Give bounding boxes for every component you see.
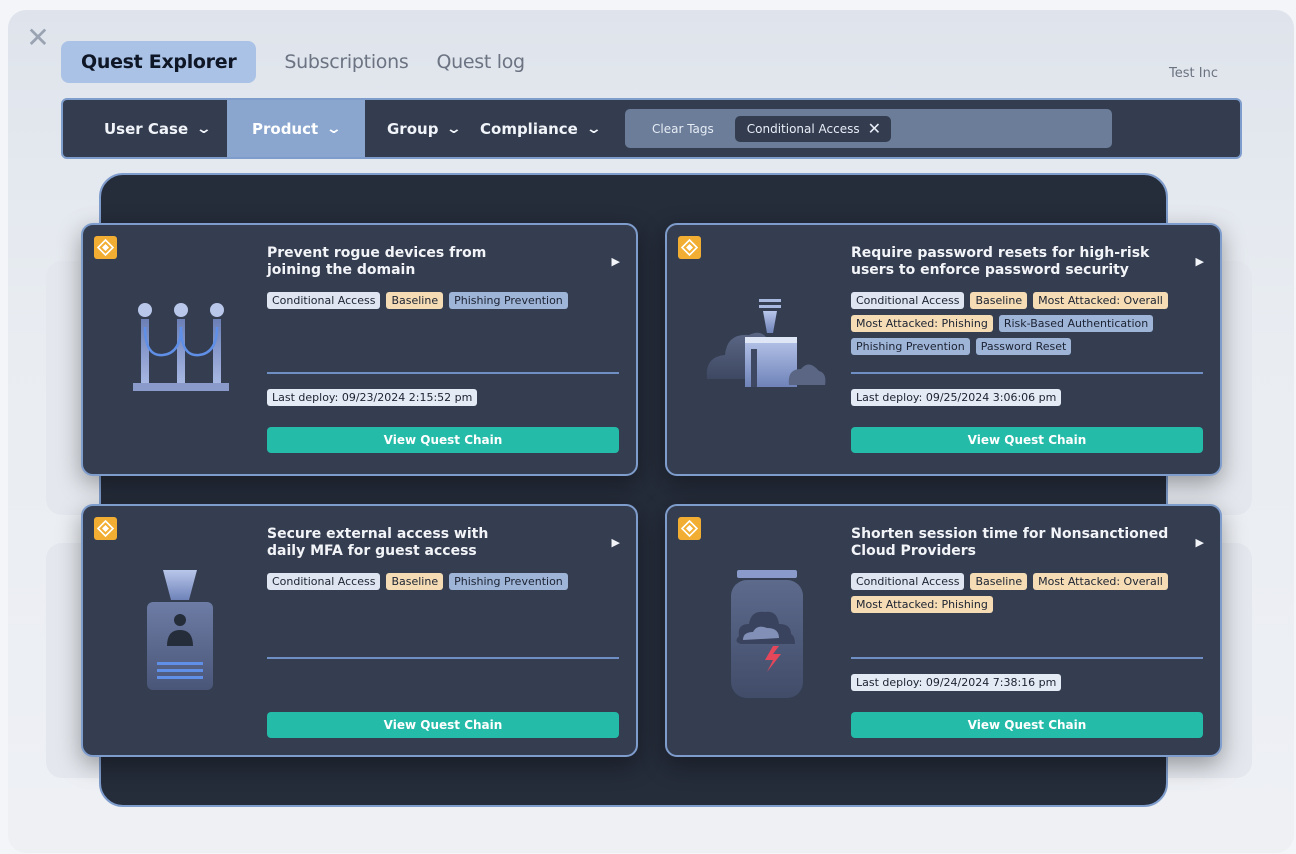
- filter-product[interactable]: Product ⌄: [227, 100, 365, 157]
- tag: Most Attacked: Overall: [1033, 292, 1168, 309]
- quest-badge-icon: [94, 236, 117, 259]
- quest-tags: Conditional Access Baseline Phishing Pre…: [267, 573, 622, 590]
- quest-title: Shorten session time for Nonsanctioned C…: [851, 526, 1169, 559]
- divider: [851, 372, 1203, 374]
- tag: Conditional Access: [267, 573, 381, 590]
- chevron-down-icon: ⌄: [325, 120, 343, 137]
- filter-label: User Case: [104, 119, 189, 138]
- last-deploy: Last deploy: 09/25/2024 3:06:06 pm: [851, 389, 1062, 406]
- tab-quest-log[interactable]: Quest log: [422, 41, 538, 83]
- quest-title: Prevent rogue devices from joining the d…: [267, 245, 487, 278]
- cloud-factory-icon: [706, 299, 826, 387]
- tag: Most Attacked: Phishing: [851, 596, 993, 613]
- last-deploy: Last deploy: 09/24/2024 7:38:16 pm: [851, 674, 1062, 691]
- view-quest-chain-button[interactable]: View Quest Chain: [267, 712, 619, 738]
- filter-group[interactable]: Group ⌄: [387, 100, 463, 157]
- quest-card: Secure external access with daily MFA fo…: [81, 504, 638, 757]
- tag: Conditional Access: [267, 292, 381, 309]
- divider: [267, 372, 619, 374]
- chevron-down-icon: ⌄: [446, 120, 463, 137]
- tag: Baseline: [386, 573, 444, 590]
- tag: Most Attacked: Phishing: [851, 315, 993, 332]
- tag: Most Attacked: Overall: [1033, 573, 1168, 590]
- view-quest-chain-button[interactable]: View Quest Chain: [267, 427, 619, 453]
- quest-tags: Conditional Access Baseline Most Attacke…: [851, 573, 1206, 613]
- tag: Password Reset: [975, 338, 1072, 355]
- quest-card: Require password resets for high-risk us…: [665, 223, 1222, 476]
- tag: Baseline: [970, 292, 1028, 309]
- expand-arrow-icon[interactable]: ▶: [612, 536, 620, 549]
- selected-tags-box: Clear Tags Conditional Access ✕: [625, 109, 1112, 148]
- main-tabs: Quest Explorer Subscriptions Quest log: [61, 41, 539, 83]
- tag: Baseline: [970, 573, 1028, 590]
- filter-bar: User Case ⌄ Product ⌄ Group ⌄ Compliance ⌄ C…: [61, 98, 1242, 159]
- tag: Phishing Prevention: [851, 338, 970, 355]
- clear-tags-button[interactable]: Clear Tags: [652, 122, 714, 136]
- divider: [851, 657, 1203, 659]
- quest-card: Prevent rogue devices from joining the d…: [81, 223, 638, 476]
- tag: Phishing Prevention: [449, 292, 568, 309]
- filter-label: Product: [252, 119, 319, 138]
- barrier-icon: [133, 303, 229, 391]
- selected-tag-chip: Conditional Access ✕: [734, 115, 892, 142]
- close-icon[interactable]: ✕: [26, 24, 50, 52]
- quest-badge-icon: [678, 517, 701, 540]
- quest-card: Shorten session time for Nonsanctioned C…: [665, 504, 1222, 757]
- last-deploy: Last deploy: 09/23/2024 2:15:52 pm: [267, 389, 478, 406]
- tag: Conditional Access: [851, 292, 965, 309]
- filter-compliance[interactable]: Compliance ⌄: [480, 100, 602, 157]
- quest-title: Secure external access with daily MFA fo…: [267, 526, 489, 559]
- quest-badge-icon: [678, 236, 701, 259]
- filter-label: Group: [387, 119, 439, 138]
- quest-badge-icon: [94, 517, 117, 540]
- chevron-down-icon: ⌄: [585, 120, 602, 137]
- divider: [267, 657, 619, 659]
- tab-subscriptions[interactable]: Subscriptions: [270, 41, 422, 83]
- expand-arrow-icon[interactable]: ▶: [1196, 536, 1204, 549]
- org-name: Test Inc: [1169, 66, 1218, 81]
- view-quest-chain-button[interactable]: View Quest Chain: [851, 427, 1203, 453]
- quest-tags: Conditional Access Baseline Most Attacke…: [851, 292, 1206, 355]
- tab-quest-explorer[interactable]: Quest Explorer: [61, 41, 257, 83]
- quest-tags: Conditional Access Baseline Phishing Pre…: [267, 292, 622, 309]
- storm-jar-icon: [731, 570, 803, 698]
- quest-title: Require password resets for high-risk us…: [851, 245, 1150, 278]
- view-quest-chain-button[interactable]: View Quest Chain: [851, 712, 1203, 738]
- chevron-down-icon: ⌄: [195, 120, 213, 137]
- tag: Risk-Based Authentication: [998, 315, 1154, 332]
- tag: Conditional Access: [851, 573, 965, 590]
- filter-user-case[interactable]: User Case ⌄: [63, 100, 227, 157]
- expand-arrow-icon[interactable]: ▶: [612, 255, 620, 268]
- tag: Baseline: [386, 292, 444, 309]
- expand-arrow-icon[interactable]: ▶: [1196, 255, 1204, 268]
- remove-tag-icon[interactable]: ✕: [868, 119, 881, 138]
- id-badge-icon: [147, 570, 213, 690]
- filter-label: Compliance: [480, 119, 578, 138]
- tag: Phishing Prevention: [449, 573, 568, 590]
- chip-label: Conditional Access: [746, 121, 860, 136]
